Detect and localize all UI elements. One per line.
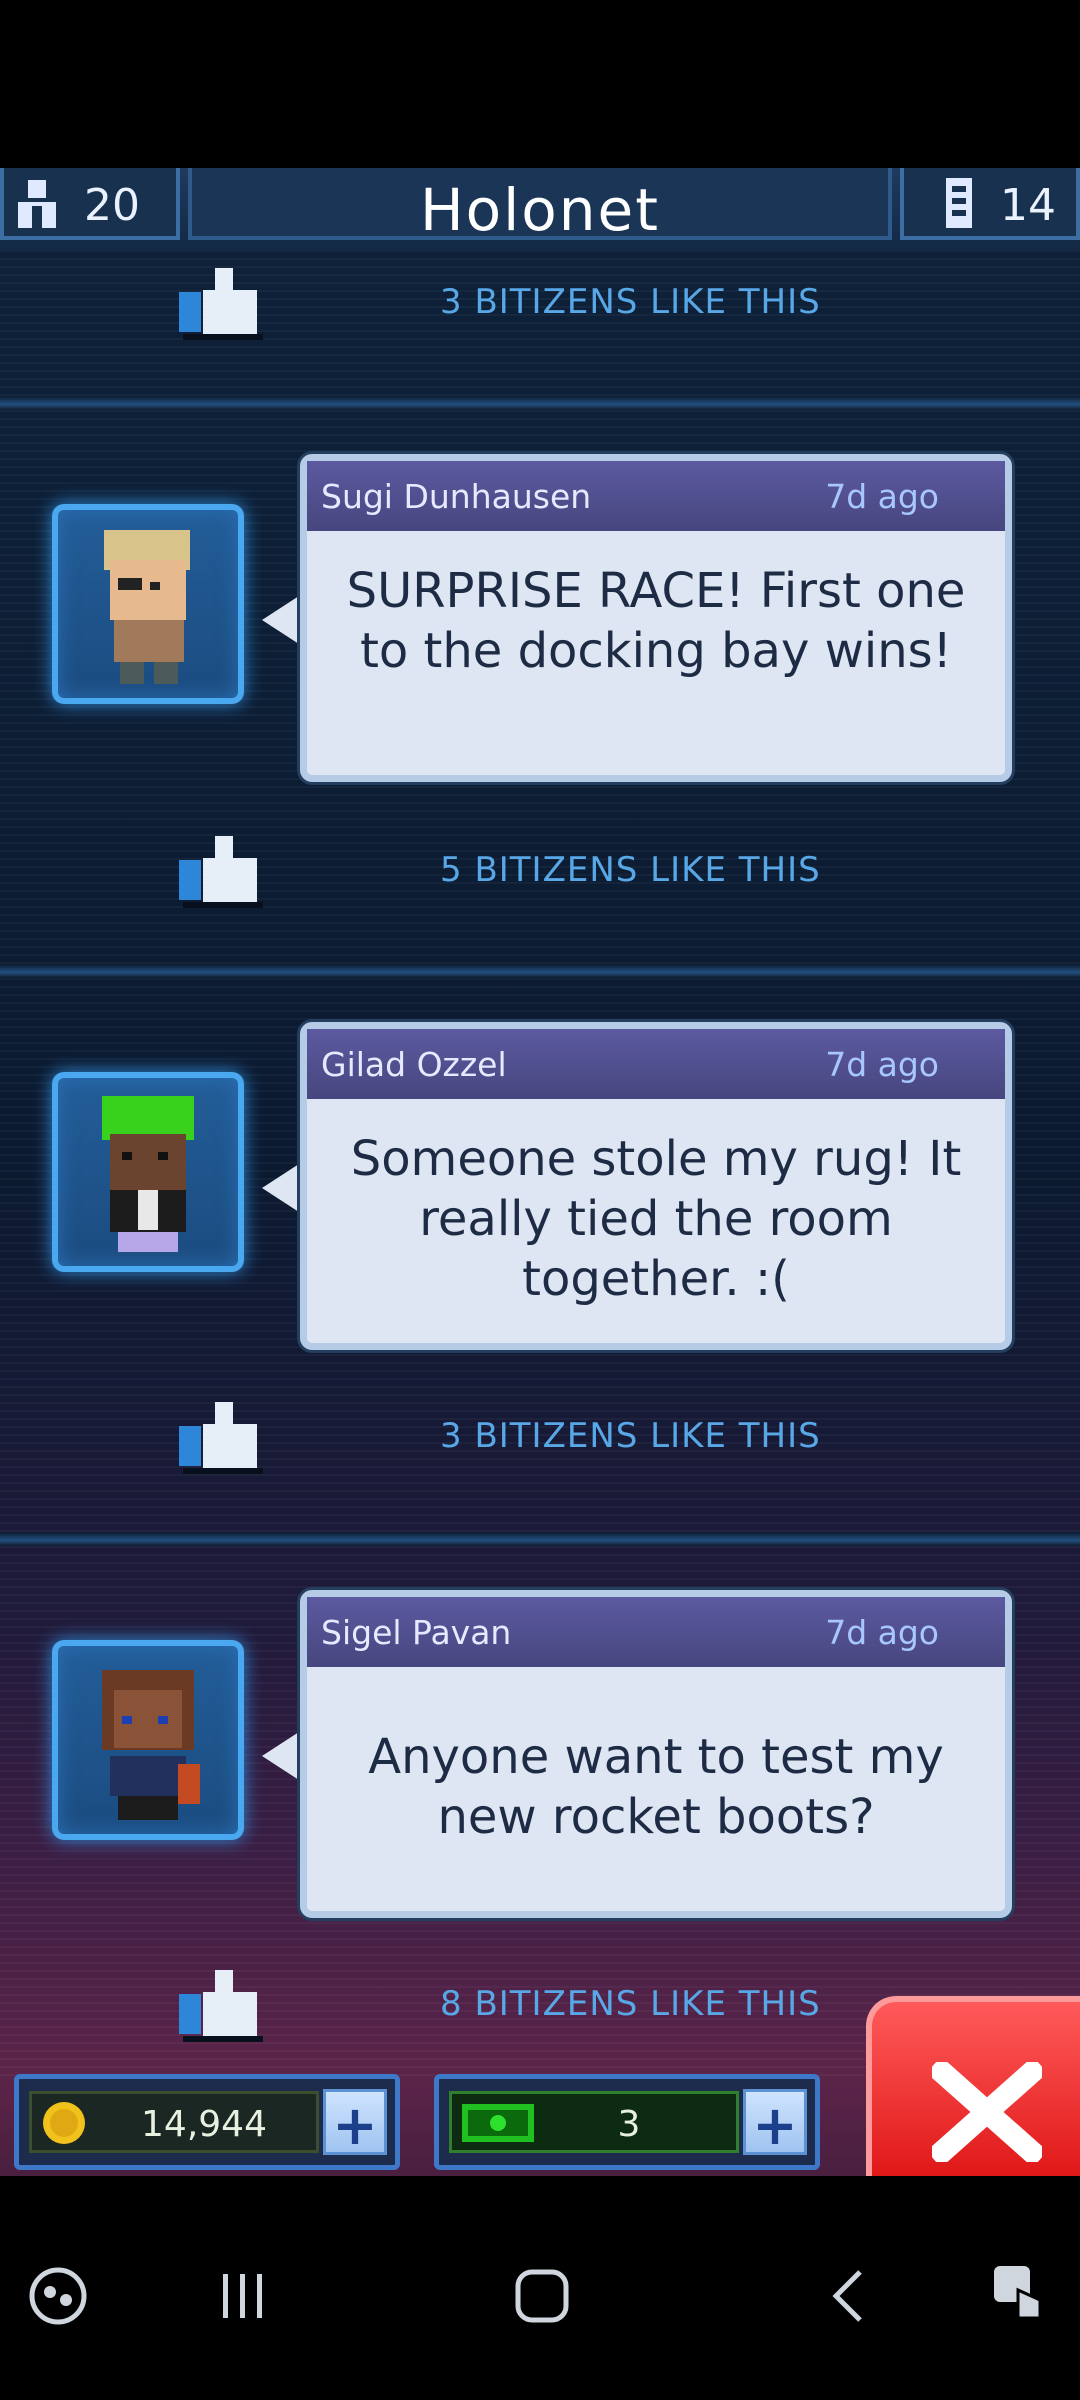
home-icon[interactable] (512, 2266, 572, 2326)
population-count: 20 (84, 180, 140, 231)
page-title: Holonet (420, 176, 660, 244)
floors-box[interactable]: 14 (900, 168, 1080, 240)
bux-box: 3 + (434, 2074, 820, 2170)
coins-field: 14,944 (29, 2091, 319, 2153)
author-name[interactable]: Sigel Pavan (321, 1613, 511, 1652)
bitizen-avatar-icon (102, 1096, 194, 1252)
post-card: Gilad Ozzel 7d ago Someone stole my rug!… (0, 1022, 1080, 1362)
speech-bubble: Sugi Dunhausen 7d ago SURPRISE RACE! Fir… (300, 454, 1012, 782)
tower-icon (946, 178, 972, 228)
back-icon[interactable] (826, 2266, 870, 2326)
speech-bubble: Sigel Pavan 7d ago Anyone want to test m… (300, 1590, 1012, 1918)
post-time: 7d ago (825, 1045, 939, 1084)
touch-assist-icon[interactable] (990, 2260, 1050, 2328)
bitizen-avatar-icon (102, 1670, 200, 1820)
thumbs-up-icon[interactable] (175, 1396, 265, 1476)
plus-icon: + (752, 2094, 798, 2157)
post-divider (0, 1532, 1080, 1546)
post-header: Gilad Ozzel 7d ago (307, 1029, 1005, 1099)
like-count: 3 BITIZENS LIKE THIS (440, 1416, 821, 1456)
holonet-header: 20 Holonet 14 (0, 168, 1080, 254)
recent-apps-icon[interactable] (215, 2268, 271, 2324)
bitizen-avatar-icon (104, 530, 190, 684)
title-box: Holonet (188, 168, 892, 244)
bubble-tail (262, 1162, 302, 1214)
thumbs-up-icon[interactable] (175, 830, 265, 910)
author-name[interactable]: Gilad Ozzel (321, 1045, 507, 1084)
bubble-tail (262, 1730, 302, 1782)
speech-bubble: Gilad Ozzel 7d ago Someone stole my rug!… (300, 1022, 1012, 1350)
author-name[interactable]: Sugi Dunhausen (321, 477, 591, 516)
bux-field: 3 (449, 2091, 739, 2153)
avatar[interactable] (52, 1640, 244, 1840)
floors-count: 14 (1000, 180, 1056, 231)
avatar[interactable] (52, 1072, 244, 1272)
post-message: SURPRISE RACE! First one to the docking … (346, 563, 966, 679)
avatar[interactable] (52, 504, 244, 704)
post-divider (0, 964, 1080, 978)
like-row: 5 BITIZENS LIKE THIS (0, 830, 1080, 910)
bubble-tail (262, 594, 302, 646)
game-controller-icon[interactable] (28, 2266, 88, 2326)
buy-coins-button[interactable]: + (323, 2089, 387, 2157)
like-row: 3 BITIZENS LIKE THIS (0, 1396, 1080, 1476)
holonet-feed[interactable]: 3 BITIZENS LIKE THIS Sugi Dunhausen 7d a… (0, 250, 1080, 2076)
post-card: Sugi Dunhausen 7d ago SURPRISE RACE! Fir… (0, 454, 1080, 794)
like-row: 3 BITIZENS LIKE THIS (0, 262, 1080, 342)
post-header: Sugi Dunhausen 7d ago (307, 461, 1005, 531)
like-count: 3 BITIZENS LIKE THIS (440, 282, 821, 322)
post-message: Anyone want to test my new rocket boots? (368, 1729, 944, 1845)
bux-value: 3 (617, 2104, 641, 2145)
close-icon (932, 2062, 1042, 2162)
close-button[interactable] (866, 1996, 1080, 2176)
coins-box: 14,944 + (14, 2074, 400, 2170)
post-divider (0, 396, 1080, 410)
thumbs-up-icon[interactable] (175, 1964, 265, 2044)
status-bar (0, 0, 1080, 168)
thumbs-up-icon[interactable] (175, 262, 265, 342)
like-count: 8 BITIZENS LIKE THIS (440, 1984, 821, 2024)
system-nav-bar (0, 2176, 1080, 2400)
buy-bux-button[interactable]: + (743, 2089, 807, 2157)
population-icon (18, 180, 56, 228)
post-message: Someone stole my rug! It really tied the… (350, 1131, 962, 1307)
coin-icon (43, 2102, 85, 2144)
post-header: Sigel Pavan 7d ago (307, 1597, 1005, 1667)
population-box[interactable]: 20 (0, 168, 180, 240)
post-time: 7d ago (825, 1613, 939, 1652)
post-card: Sigel Pavan 7d ago Anyone want to test m… (0, 1590, 1080, 1930)
coins-value: 14,944 (141, 2104, 267, 2145)
plus-icon: + (332, 2094, 378, 2157)
like-count: 5 BITIZENS LIKE THIS (440, 850, 821, 890)
post-time: 7d ago (825, 477, 939, 516)
